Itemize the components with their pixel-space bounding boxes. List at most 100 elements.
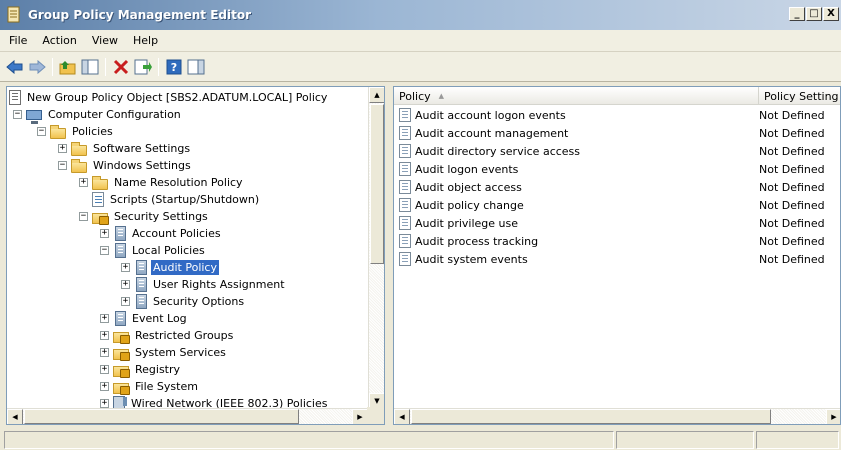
delete-icon[interactable]: [110, 56, 132, 78]
tree-node-scripts[interactable]: Scripts (Startup/Shutdown): [92, 191, 261, 208]
scroll-thumb[interactable]: [411, 409, 771, 424]
audit-setting-icon: [399, 252, 411, 266]
tree-node-audit-policy[interactable]: + Audit Policy: [121, 259, 219, 276]
menu-view[interactable]: View: [86, 34, 124, 47]
audit-setting-icon: [399, 162, 411, 176]
close-button[interactable]: X: [823, 7, 839, 21]
tree-horizontal-scrollbar[interactable]: ◀ ▶: [7, 408, 368, 424]
secured-folder-icon: [113, 348, 130, 361]
scroll-right-icon[interactable]: ▶: [826, 409, 840, 424]
tree-node-registry[interactable]: + Registry: [100, 361, 182, 378]
tree-node-name-resolution-policy[interactable]: + Name Resolution Policy: [79, 174, 245, 191]
status-panel-tertiary: [756, 431, 839, 449]
column-header-policy[interactable]: Policy ▲: [394, 87, 759, 105]
scroll-corner: [367, 407, 384, 424]
expand-icon[interactable]: +: [79, 178, 88, 187]
collapse-icon[interactable]: −: [100, 246, 109, 255]
gpo-icon: [9, 90, 21, 105]
scroll-left-icon[interactable]: ◀: [7, 409, 23, 424]
back-arrow-icon[interactable]: [4, 56, 26, 78]
tree-label: File System: [135, 380, 198, 393]
tree-node-system-services[interactable]: + System Services: [100, 344, 228, 361]
list-item[interactable]: Audit process tracking Not Defined: [394, 232, 840, 250]
expand-icon[interactable]: +: [121, 263, 130, 272]
maximize-button[interactable]: □: [806, 7, 822, 21]
scroll-thumb[interactable]: [24, 409, 299, 424]
tree-node-restricted-groups[interactable]: + Restricted Groups: [100, 327, 235, 344]
toolbar-separator: [105, 57, 106, 76]
tree-label: Restricted Groups: [135, 329, 234, 342]
folder-icon: [50, 124, 66, 139]
tree-node-event-log[interactable]: + Event Log: [100, 310, 189, 327]
tree-node-account-policies[interactable]: + Account Policies: [100, 225, 223, 242]
expand-icon[interactable]: +: [121, 280, 130, 289]
details-horizontal-scrollbar[interactable]: ◀ ▶: [394, 408, 840, 424]
scroll-thumb[interactable]: [370, 104, 384, 264]
list-item[interactable]: Audit account logon events Not Defined: [394, 106, 840, 124]
up-folder-icon[interactable]: [57, 56, 79, 78]
tree-node-local-policies[interactable]: − Local Policies: [100, 242, 207, 259]
list-item[interactable]: Audit object access Not Defined: [394, 178, 840, 196]
properties-pane-icon[interactable]: [185, 56, 207, 78]
expand-icon[interactable]: +: [100, 314, 109, 323]
policy-name: Audit privilege use: [415, 216, 519, 230]
scroll-right-icon[interactable]: ▶: [352, 409, 368, 424]
list-item[interactable]: Audit privilege use Not Defined: [394, 214, 840, 232]
list-item[interactable]: Audit system events Not Defined: [394, 250, 840, 268]
tree-node-windows-settings[interactable]: − Windows Settings: [58, 157, 193, 174]
scroll-up-icon[interactable]: ▲: [369, 87, 384, 103]
tree-pane[interactable]: New Group Policy Object [SBS2.ADATUM.LOC…: [6, 86, 385, 425]
list-item[interactable]: Audit policy change Not Defined: [394, 196, 840, 214]
list-item[interactable]: Audit logon events Not Defined: [394, 160, 840, 178]
export-list-icon[interactable]: [132, 56, 154, 78]
tree-label: Software Settings: [93, 142, 191, 155]
tree-node-user-rights-assignment[interactable]: + User Rights Assignment: [121, 276, 287, 293]
collapse-icon[interactable]: −: [13, 110, 22, 119]
tree-vertical-scrollbar[interactable]: ▲ ▼: [368, 87, 384, 409]
policy-setting: Not Defined: [759, 234, 825, 248]
tree-node-security-settings[interactable]: − Security Settings: [79, 208, 210, 225]
expand-icon[interactable]: +: [121, 297, 130, 306]
tree-node-security-options[interactable]: + Security Options: [121, 293, 246, 310]
folder-icon: [71, 158, 87, 173]
title-bar[interactable]: Group Policy Management Editor _ □ X: [0, 0, 841, 30]
secured-folder-icon: [113, 382, 130, 395]
expand-icon[interactable]: +: [58, 144, 67, 153]
expand-icon[interactable]: +: [100, 229, 109, 238]
expand-icon[interactable]: +: [100, 348, 109, 357]
column-header-policy-setting[interactable]: Policy Setting: [759, 87, 840, 105]
expand-icon[interactable]: +: [100, 382, 109, 391]
details-pane[interactable]: Policy ▲ Policy Setting Audit account lo…: [393, 86, 841, 425]
status-panel-main: [4, 431, 614, 449]
list-item[interactable]: Audit directory service access Not Defin…: [394, 142, 840, 160]
tree-label: Account Policies: [132, 227, 221, 240]
menu-action[interactable]: Action: [36, 34, 82, 47]
forward-arrow-icon[interactable]: [26, 56, 48, 78]
script-icon: [92, 192, 104, 207]
collapse-icon[interactable]: −: [58, 161, 67, 170]
list-item[interactable]: Audit account management Not Defined: [394, 124, 840, 142]
policy-icon: [115, 226, 126, 241]
expand-icon[interactable]: +: [100, 331, 109, 340]
minimize-button[interactable]: _: [789, 7, 805, 21]
expand-icon[interactable]: +: [100, 365, 109, 374]
menu-file[interactable]: File: [3, 34, 33, 47]
help-icon[interactable]: ?: [163, 56, 185, 78]
audit-setting-icon: [399, 126, 411, 140]
tree-node-software-settings[interactable]: + Software Settings: [58, 140, 192, 157]
policy-name: Audit account management: [415, 126, 569, 140]
show-hide-tree-icon[interactable]: [79, 56, 101, 78]
tree-node-file-system[interactable]: + File System: [100, 378, 200, 395]
secured-folder-icon: [113, 365, 130, 378]
tree-node-root[interactable]: New Group Policy Object [SBS2.ADATUM.LOC…: [9, 89, 329, 106]
toolbar-separator: [52, 57, 53, 76]
scroll-left-icon[interactable]: ◀: [394, 409, 410, 424]
expand-icon[interactable]: +: [100, 399, 109, 408]
collapse-icon[interactable]: −: [37, 127, 46, 136]
collapse-icon[interactable]: −: [79, 212, 88, 221]
menu-help[interactable]: Help: [127, 34, 164, 47]
tree-label: Security Options: [153, 295, 245, 308]
sort-ascending-icon: ▲: [438, 92, 445, 100]
tree-node-computer-configuration[interactable]: − Computer Configuration: [13, 106, 183, 124]
tree-node-policies[interactable]: − Policies: [37, 123, 115, 140]
